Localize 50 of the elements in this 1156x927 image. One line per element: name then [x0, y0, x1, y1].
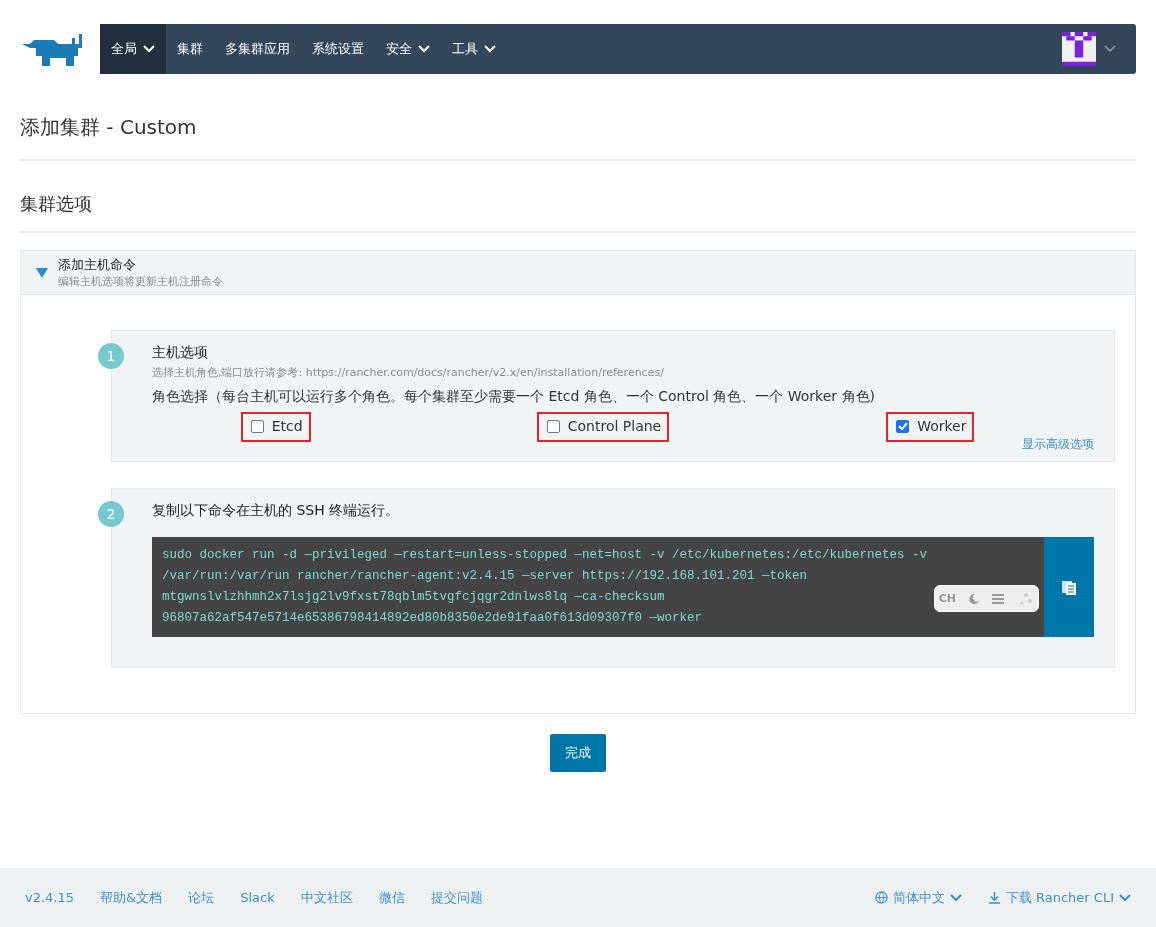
- roles-label: 角色选择（每台主机可以运行多个角色。每个集群至少需要一个 Etcd 角色、一个 Control 角色、一个 Worker 角色): [152, 388, 876, 406]
- nav-tab[interactable]: 全局: [100, 24, 166, 74]
- section-title: 集群选项: [20, 192, 93, 216]
- role-checkbox[interactable]: Control Plane: [536, 412, 670, 442]
- hint-text: 选择主机角色,端口放行请参考: https://rancher.com/docs/rancher/v2.x/en/installation/references/: [152, 365, 665, 380]
- role-checkbox[interactable]: Worker: [886, 412, 975, 442]
- command-line: /var/run:/var/run rancher/rancher-agent:v2.4.15 —server https://192.168.101.201 —token: [162, 568, 808, 585]
- chevron-down-icon: [949, 893, 962, 902]
- nav-tab[interactable]: 工具: [441, 24, 507, 74]
- avatar-icon[interactable]: [1062, 32, 1096, 66]
- done-button[interactable]: 完成: [550, 734, 606, 772]
- download-dropdown[interactable]: 下载 Rancher CLI: [987, 888, 1131, 907]
- language-label: 简体中文: [892, 888, 945, 907]
- command-line: mtgwnslvlzhhmh2x7lsjg2lv9fxst78qblm5tvgfcjqgr2dnlws8lq —ca-checksum: [162, 589, 665, 606]
- nav-tab[interactable]: 安全: [375, 24, 441, 74]
- footer-link[interactable]: 论坛: [188, 888, 215, 907]
- copy-button[interactable]: [1044, 537, 1094, 637]
- nav-tab[interactable]: 系统设置: [301, 24, 375, 74]
- footer-link[interactable]: v2.4.15: [25, 890, 75, 905]
- step-title: 主机选项: [152, 343, 209, 362]
- footer-link[interactable]: 中文社区: [300, 888, 353, 907]
- role-checkbox[interactable]: Etcd: [240, 412, 311, 442]
- command-line: 96807a62af547e5714e65386798414892ed80b8350e2de91faa0f613d09307f0 —worker: [162, 610, 703, 627]
- language-dropdown[interactable]: 简体中文: [874, 888, 962, 907]
- chevron-down-icon: [1119, 893, 1131, 902]
- command-line: sudo docker run -d —privileged —restart=unless-stopped —net=host -v /etc/kubernetes:/etc/kubernetes -v: [162, 547, 928, 564]
- footer-link[interactable]: Slack: [240, 890, 275, 905]
- nav-tab[interactable]: 集群: [166, 24, 214, 74]
- advanced-options-link[interactable]: 显示高级选项: [1022, 436, 1094, 453]
- step-number: 1: [98, 343, 124, 369]
- globe-icon: [874, 891, 888, 904]
- page-title: 添加集群 - Custom: [20, 114, 198, 141]
- checkbox[interactable]: [250, 419, 264, 433]
- chevron-down-icon[interactable]: [1104, 45, 1116, 53]
- clipboard-icon: [1062, 579, 1076, 595]
- step-title: 复制以下命令在主机的 SSH 终端运行。: [152, 501, 401, 520]
- download-label: 下载 Rancher CLI: [1005, 888, 1114, 907]
- moon-icon[interactable]: [968, 592, 980, 605]
- checkbox[interactable]: [546, 419, 560, 433]
- footer-link[interactable]: 帮助&文档: [100, 888, 163, 907]
- accordion-title: 添加主机命令: [58, 256, 137, 274]
- checkbox[interactable]: [896, 419, 910, 433]
- menu-icon[interactable]: [992, 593, 1004, 604]
- footer-link[interactable]: 微信: [378, 888, 405, 907]
- nav-tab[interactable]: 多集群应用: [214, 24, 301, 74]
- step-number: 2: [98, 501, 124, 527]
- accordion-header[interactable]: 添加主机命令 编辑主机选项将更新主机注册命令: [21, 251, 1135, 295]
- footer-link[interactable]: 提交问题: [430, 888, 483, 907]
- download-icon: [987, 891, 1001, 904]
- accordion-subtitle: 编辑主机选项将更新主机注册命令: [58, 274, 223, 289]
